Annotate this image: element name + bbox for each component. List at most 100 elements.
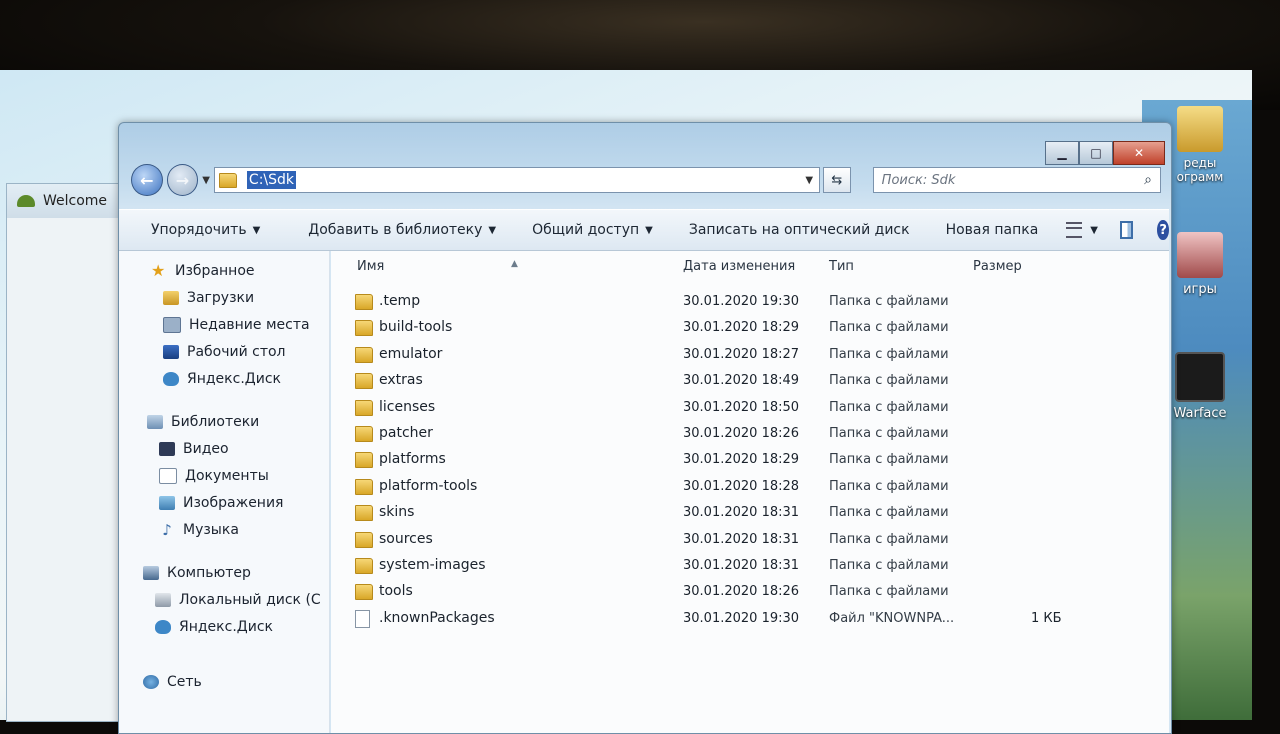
table-row[interactable]: licenses 30.01.2020 18:50 Папка с файлами — [331, 395, 1169, 421]
details-view-icon — [1066, 222, 1083, 238]
row-type: Папка с файлами — [829, 584, 949, 600]
row-name: extras — [379, 372, 423, 389]
column-header-type[interactable]: Тип — [829, 259, 854, 274]
yandex-disk-icon — [155, 619, 171, 634]
warface-icon — [1175, 352, 1225, 402]
nav-item-pictures[interactable]: Изображения — [119, 489, 329, 516]
recent-places-icon — [163, 316, 181, 333]
row-date: 30.01.2020 18:31 — [683, 557, 800, 573]
explorer-window[interactable]: ▁ □ ✕ ← → ▼ C:\Sdk ▼ ⇆ Поиск: Sdk ⌕ Упор… — [118, 122, 1172, 734]
burn-button[interactable]: Записать на оптический диск — [667, 222, 924, 238]
folder-icon — [355, 320, 373, 337]
nav-item-computer[interactable]: Компьютер — [119, 559, 329, 586]
documents-icon — [159, 467, 177, 484]
nav-item-music[interactable]: ♪ Музыка — [119, 516, 329, 543]
nav-label: Недавние места — [189, 316, 310, 333]
table-row[interactable]: .temp 30.01.2020 19:30 Папка с файлами — [331, 289, 1169, 315]
forward-button[interactable]: → — [166, 164, 199, 196]
table-row[interactable]: extras 30.01.2020 18:49 Папка с файлами — [331, 368, 1169, 394]
column-header-size[interactable]: Размер — [973, 259, 1022, 274]
column-header-name[interactable]: Имя — [357, 259, 384, 274]
back-button[interactable]: ← — [131, 164, 163, 196]
folder-icon — [355, 346, 373, 363]
nav-item-documents[interactable]: Документы — [119, 462, 329, 489]
row-date: 30.01.2020 18:49 — [683, 373, 800, 389]
minimize-button[interactable]: ▁ — [1045, 141, 1079, 165]
help-icon[interactable]: ? — [1157, 220, 1169, 240]
row-name: .temp — [379, 293, 421, 309]
file-rows: .temp 30.01.2020 19:30 Папка с файлами buil… — [331, 289, 1169, 632]
table-row[interactable]: sources 30.01.2020 18:31 Папка с файлами — [331, 527, 1169, 553]
desktop-icon-programs[interactable]: реды ограмм — [1160, 106, 1240, 184]
row-type: Папка с файлами — [829, 505, 949, 521]
nav-label: Музыка — [183, 521, 239, 538]
maximize-icon: □ — [1090, 146, 1102, 160]
row-date: 30.01.2020 18:26 — [683, 425, 800, 441]
recent-pages-dropdown[interactable]: ▼ — [202, 175, 210, 186]
libraries-icon — [147, 414, 163, 429]
maximize-button[interactable]: □ — [1079, 141, 1113, 165]
row-name: tools — [379, 583, 413, 600]
add-to-library-button[interactable]: Добавить в библиотеку ▼ — [274, 222, 510, 238]
nav-label: Видео — [183, 440, 229, 457]
desktop-icon-games[interactable]: игры — [1160, 232, 1240, 297]
table-row[interactable]: build-tools 30.01.2020 18:29 Папка с файла… — [331, 315, 1169, 341]
row-size: 1 КБ — [1031, 610, 1062, 626]
address-dropdown[interactable]: ▼ — [805, 175, 813, 186]
nav-group-libraries: Библиотеки Видео Документы Изображения ♪… — [119, 408, 329, 543]
nav-item-network[interactable]: Сеть — [119, 668, 329, 695]
table-row[interactable]: emulator 30.01.2020 18:27 Папка с файлами — [331, 342, 1169, 368]
close-icon: ✕ — [1133, 146, 1145, 160]
nav-item-local-disk[interactable]: Локальный диск (С — [119, 586, 329, 613]
nav-item-yandex-disk-drive[interactable]: Яндекс.Диск — [119, 613, 329, 640]
row-name: emulator — [379, 345, 443, 362]
close-button[interactable]: ✕ — [1113, 141, 1165, 165]
nav-group-network: Сеть — [119, 668, 329, 695]
row-date: 30.01.2020 18:27 — [683, 346, 800, 362]
change-view-button[interactable]: ▼ — [1066, 222, 1098, 238]
folder-icon — [355, 584, 373, 601]
command-bar: Упорядочить ▼ Добавить в библиотеку ▼ Об… — [119, 209, 1169, 251]
desktop-icon-warface[interactable]: Warface — [1160, 352, 1240, 421]
preview-pane-icon[interactable] — [1120, 221, 1134, 239]
table-row[interactable]: tools 30.01.2020 18:26 Папка с файлами — [331, 579, 1169, 605]
folder-icon — [355, 425, 373, 442]
address-bar[interactable]: C:\Sdk ▼ — [213, 167, 821, 193]
row-name: patcher — [379, 424, 433, 441]
window-caption-buttons: ▁ □ ✕ — [1045, 141, 1165, 165]
row-name: licenses — [379, 398, 436, 415]
address-path[interactable]: C:\Sdk — [246, 171, 297, 189]
downloads-icon — [163, 290, 179, 305]
search-icon[interactable]: ⌕ — [1144, 172, 1152, 188]
table-row[interactable]: skins 30.01.2020 18:31 Папка с файлами — [331, 500, 1169, 526]
table-row[interactable]: .knownPackages 30.01.2020 19:30 Файл "KNOW… — [331, 606, 1169, 632]
nav-item-libraries[interactable]: Библиотеки — [119, 408, 329, 435]
table-row[interactable]: system-images 30.01.2020 18:31 Папка с фай… — [331, 553, 1169, 579]
folder-icon — [355, 557, 373, 574]
nav-item-desktop[interactable]: Рабочий стол — [119, 338, 329, 365]
nav-item-video[interactable]: Видео — [119, 435, 329, 462]
nav-item-favorites[interactable]: ★ Избранное — [119, 257, 329, 284]
file-icon — [355, 609, 370, 628]
new-folder-button[interactable]: Новая папка — [924, 222, 1053, 238]
android-icon — [17, 195, 35, 207]
row-date: 30.01.2020 18:29 — [683, 320, 800, 336]
nav-item-yandex-disk[interactable]: Яндекс.Диск — [119, 365, 329, 392]
nav-item-recent[interactable]: Недавние места — [119, 311, 329, 338]
search-input[interactable]: Поиск: Sdk ⌕ — [872, 167, 1161, 193]
nav-item-downloads[interactable]: Загрузки — [119, 284, 329, 311]
caret-down-icon: ▼ — [1090, 224, 1098, 236]
folder-icon — [1177, 106, 1223, 152]
share-button[interactable]: Общий доступ ▼ — [510, 222, 667, 238]
table-row[interactable]: platform-tools 30.01.2020 18:28 Папка с фа… — [331, 474, 1169, 500]
nav-label: Яндекс.Диск — [187, 370, 281, 387]
minimize-icon: ▁ — [1057, 146, 1067, 160]
pictures-icon — [159, 495, 175, 510]
table-row[interactable]: patcher 30.01.2020 18:26 Папка с файлами — [331, 421, 1169, 447]
row-type: Папка с файлами — [829, 399, 949, 415]
refresh-button[interactable]: ⇆ — [823, 167, 851, 193]
column-header-date[interactable]: Дата изменения — [683, 259, 795, 274]
table-row[interactable]: platforms 30.01.2020 18:29 Папка с файлами — [331, 447, 1169, 473]
organize-button[interactable]: Упорядочить ▼ — [119, 222, 274, 238]
desktop-icon-label: реды ограмм — [1176, 156, 1224, 184]
